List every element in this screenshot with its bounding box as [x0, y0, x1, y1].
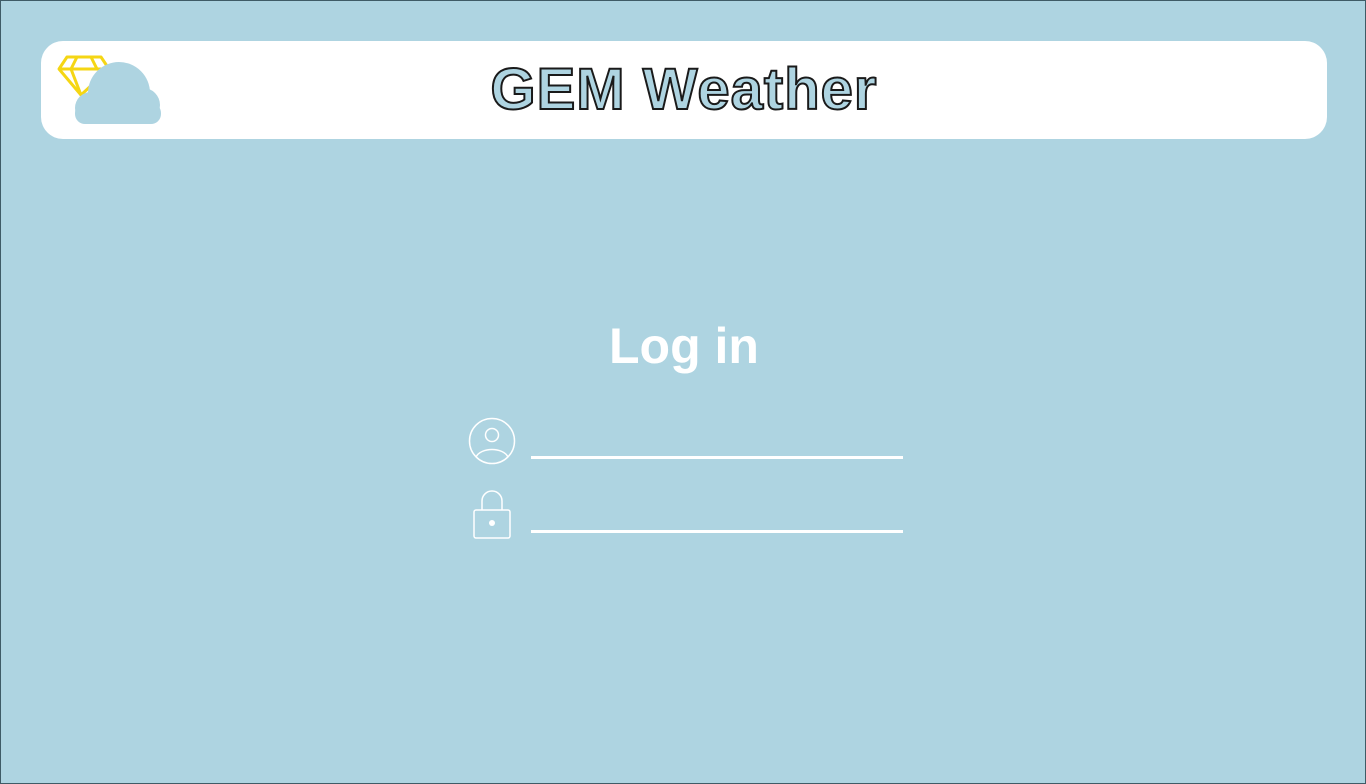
password-input[interactable] [531, 495, 903, 533]
user-circle-icon [467, 415, 519, 467]
password-field [467, 489, 907, 541]
padlock-icon [467, 489, 519, 541]
login-title: Log in [609, 318, 759, 374]
header-bar: GEM Weather [41, 41, 1327, 139]
username-field [467, 415, 907, 467]
app-title: GEM Weather [489, 57, 878, 123]
app-frame: GEM Weather Log in [0, 0, 1366, 784]
username-input[interactable] [531, 421, 903, 459]
